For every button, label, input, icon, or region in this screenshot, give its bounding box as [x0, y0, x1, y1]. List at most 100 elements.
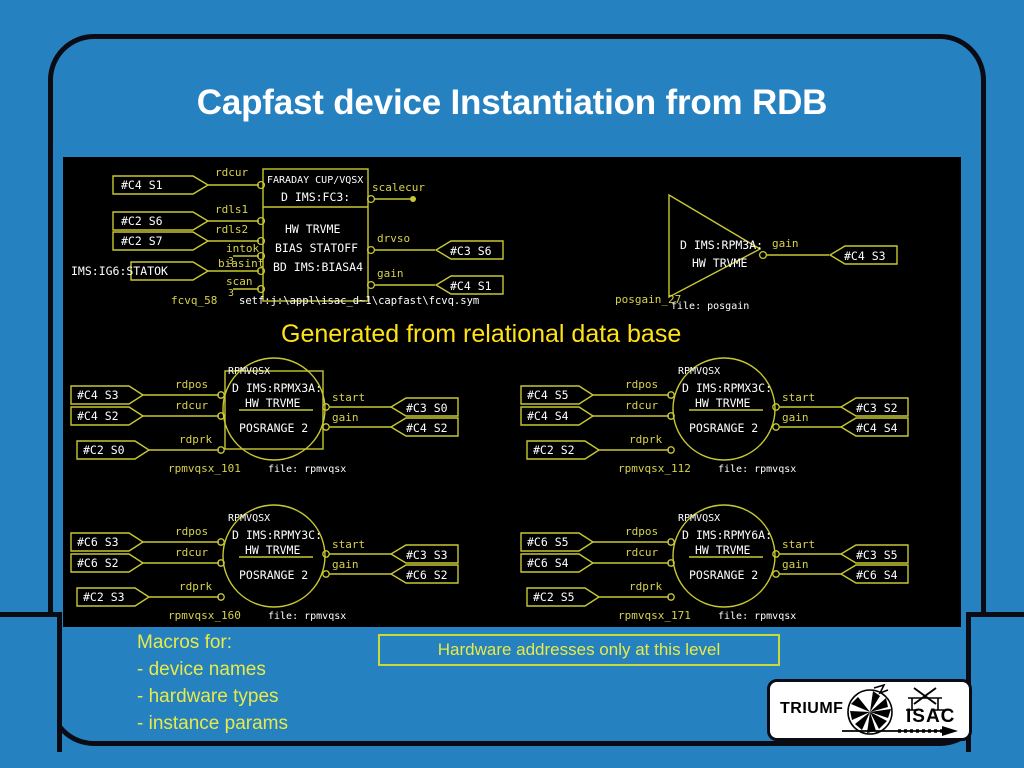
addr-tag-label: #C2 S6	[121, 214, 163, 228]
pin-label: rdprk	[629, 433, 662, 446]
port-dot	[772, 570, 780, 578]
pin-label: rdprk	[179, 580, 212, 593]
rpm-input-rdprk: #C2 S5 rdprk	[526, 580, 675, 607]
posgain-output-pin: gain	[772, 237, 799, 250]
addr-tag-label: #C6 S4	[856, 568, 898, 582]
rpmvqsx-instance: rpmvqsx_171	[618, 609, 691, 622]
addr-tag-label: #C4 S3	[77, 388, 119, 402]
addr-tag-label: #C3 S5	[856, 548, 898, 562]
addr-tag-label: #C2 S2	[533, 443, 575, 457]
pin-label: rdprk	[629, 580, 662, 593]
posgain-hw: HW TRVME	[692, 256, 747, 270]
pin-label: start	[332, 538, 365, 551]
rpmvqsx-device: D IMS:RPMY3C:	[232, 528, 322, 542]
pin-label: gain	[782, 558, 809, 571]
pin-label: rdpos	[625, 525, 658, 538]
posgain-file: file: posgain	[671, 301, 749, 312]
rpm-input-rdprk: #C2 S3 rdprk	[76, 580, 225, 607]
faraday-cup-bias: BIAS STATOFF	[275, 241, 358, 255]
slide-border-notch-left	[0, 612, 62, 752]
addr-tag-label: #C6 S3	[77, 535, 119, 549]
port-dot	[772, 423, 780, 431]
wire-end-dot	[410, 196, 416, 202]
pin-label: start	[332, 391, 365, 404]
pin-label: rdpos	[175, 378, 208, 391]
pin-label: biasint	[218, 257, 264, 270]
schematic-svg: .w { stroke:#c8c832; stroke-width:1.4; f…	[70, 166, 909, 622]
macros-note-item-hardware-types: - hardware types	[137, 686, 279, 707]
pin-label: rdls2	[215, 223, 248, 236]
rpmvqsx-title: RPMVQSX	[228, 513, 270, 524]
addr-tag-label: #C6 S2	[406, 568, 448, 582]
pin-label: scan	[226, 275, 253, 288]
pin-label: start	[782, 538, 815, 551]
addr-tag-label: IMS:IG6:STATOK	[71, 264, 168, 278]
rpmvqsx-device: D IMS:RPMX3C:	[682, 381, 772, 395]
rpm-input-rdcur: #C6 S2 rdcur	[70, 546, 225, 573]
rpmvqsx-hw: HW TRVME	[245, 396, 300, 410]
bus-width-label: 3	[228, 288, 234, 299]
port-dot	[322, 550, 330, 558]
rpmvqsx-instance: rpmvqsx_101	[168, 462, 241, 475]
rpmvqsx-block-1: RPMVQSX D IMS:RPMX3A: HW TRVME POSRANGE …	[70, 357, 459, 475]
pin-label: intok	[226, 242, 259, 255]
faraday-output-drvso: #C3 S6 drvso	[366, 232, 504, 260]
pin-label: drvso	[377, 232, 410, 245]
rpm-input-rdprk: #C2 S2 rdprk	[526, 433, 675, 460]
faraday-cup-setf-path: setf:j:\appl\isac_d~1\capfast\fcvq.sym	[239, 295, 479, 307]
rpmvqsx-param: POSRANGE 2	[239, 568, 308, 582]
pin-label: rdpos	[175, 525, 208, 538]
port-dot	[758, 250, 768, 260]
faraday-input-rdcur: #C4 S1 rdcur	[112, 166, 266, 195]
pin-label: gain	[782, 411, 809, 424]
schematic-canvas: .w { stroke:#c8c832; stroke-width:1.4; f…	[63, 157, 961, 627]
addr-tag-label: #C4 S1	[121, 178, 163, 192]
faraday-output-scalecur: scalecur	[366, 181, 425, 204]
pin-label: rdcur	[625, 399, 658, 412]
rpmvqsx-hw: HW TRVME	[695, 396, 750, 410]
hardware-addresses-callout: Hardware addresses only at this level	[378, 634, 780, 666]
pin-label: start	[782, 391, 815, 404]
faraday-cup-bd: BD IMS:BIASA4	[273, 260, 363, 274]
faraday-output-gain: #C4 S1 gain	[366, 267, 504, 295]
rpmvqsx-block-2: RPMVQSX D IMS:RPMX3C: HW TRVME POSRANGE …	[520, 357, 909, 475]
macros-note-item-device-names: - device names	[137, 659, 266, 680]
macros-note-header: Macros for:	[137, 632, 233, 653]
rpm-input-rdprk: #C2 S0 rdprk	[76, 433, 225, 460]
addr-tag-label: #C4 S2	[406, 421, 448, 435]
pin-label: gain	[332, 558, 359, 571]
rpmvqsx-hw: HW TRVME	[695, 543, 750, 557]
triumf-isac-logo: TRIUMF ISAC	[767, 679, 972, 741]
rpmvqsx-device: D IMS:RPMX3A:	[232, 381, 322, 395]
pin-label: rdpos	[625, 378, 658, 391]
addr-tag-label: #C2 S5	[533, 590, 575, 604]
port-dot	[772, 550, 780, 558]
addr-tag-label: #C2 S7	[121, 234, 163, 248]
rpmvqsx-hw: HW TRVME	[245, 543, 300, 557]
pin-label: rdprk	[179, 433, 212, 446]
addr-tag-label: #C4 S1	[450, 279, 492, 293]
port-dot	[322, 403, 330, 411]
rpmvqsx-file: file: rpmvqsx	[718, 464, 796, 475]
triumf-wordmark: TRIUMF	[780, 700, 844, 717]
addr-tag-label: #C6 S2	[77, 556, 119, 570]
faraday-cup-group: FARADAY CUP/VQSX D IMS:FC3: HW TRVME BIA…	[71, 166, 504, 307]
rpm-input-rdcur: #C4 S4 rdcur	[520, 399, 675, 426]
addr-tag-label: #C3 S0	[406, 401, 448, 415]
rpmvqsx-title: RPMVQSX	[678, 366, 720, 377]
pin-label: rdls1	[215, 203, 248, 216]
posgain-group: D IMS:RPM3A: HW TRVME gain #C4 S3 posgai…	[615, 193, 898, 312]
pin-label: gain	[377, 267, 404, 280]
pin-label: rdcur	[215, 166, 248, 179]
rpmvqsx-file: file: rpmvqsx	[718, 611, 796, 622]
port-dot	[322, 570, 330, 578]
pin-label: scalecur	[372, 181, 425, 194]
rpmvqsx-block-4: RPMVQSX D IMS:RPMY6A: HW TRVME POSRANGE …	[520, 504, 909, 622]
addr-tag-label: #C4 S2	[77, 409, 119, 423]
rpmvqsx-block-3: RPMVQSX D IMS:RPMY3C: HW TRVME POSRANGE …	[70, 504, 459, 622]
generated-from-rdb-caption: Generated from relational data base	[281, 320, 682, 348]
addr-tag-label: #C4 S4	[856, 421, 898, 435]
port-dot	[322, 423, 330, 431]
beamline-arrow-icon	[842, 726, 958, 736]
port-dot	[772, 403, 780, 411]
